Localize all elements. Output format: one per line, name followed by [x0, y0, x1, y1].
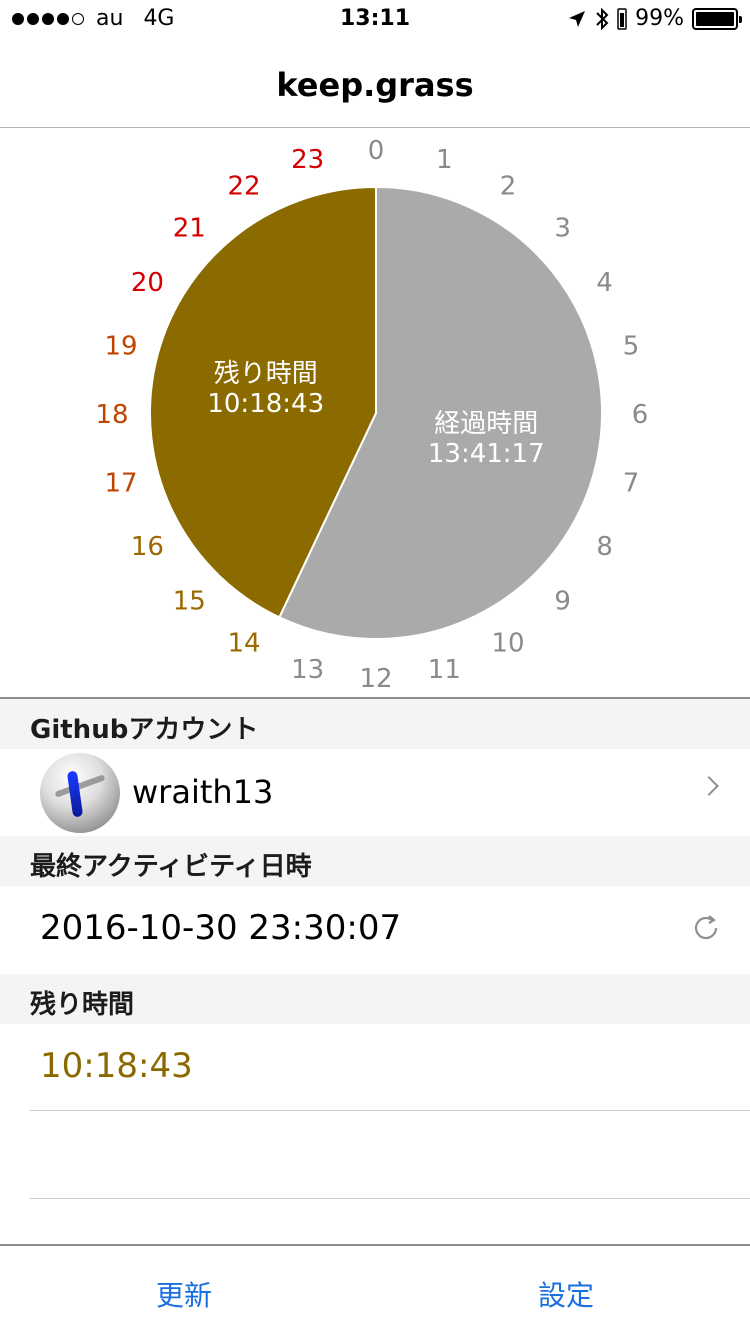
- battery-icon: [692, 7, 742, 30]
- hour-tick-label: 8: [596, 532, 613, 562]
- hour-tick-label: 10: [491, 629, 524, 659]
- hour-tick-label: 2: [500, 171, 517, 201]
- navigation-bar: keep.grass: [0, 40, 750, 128]
- hour-tick-label: 16: [131, 532, 164, 562]
- hour-tick-label: 6: [632, 400, 649, 430]
- elapsed-slice-label: 経過時間: [434, 409, 538, 439]
- last-activity-datetime: 2016-10-30 23:30:07: [40, 908, 402, 948]
- charging-icon: [617, 7, 627, 30]
- remaining-row: 10:18:43: [0, 1024, 750, 1110]
- hour-tick-label: 5: [623, 332, 640, 362]
- hour-tick-label: 19: [104, 332, 137, 362]
- page-title: keep.grass: [276, 66, 474, 104]
- status-bar: au 4G 13:11 99%: [0, 0, 750, 40]
- hour-tick-label: 17: [104, 468, 137, 498]
- hour-tick-label: 11: [428, 655, 461, 685]
- elapsed-slice-value: 13:41:17: [428, 439, 545, 469]
- hour-tick-label: 0: [368, 136, 385, 166]
- hour-tick-label: 3: [554, 213, 571, 243]
- section-header-account: Githubアカウント: [0, 699, 750, 749]
- battery-percent: 99%: [635, 6, 684, 31]
- section-header-label: 最終アクティビティ日時: [30, 852, 312, 882]
- account-username: wraith13: [132, 773, 274, 811]
- section-header-activity: 最終アクティビティ日時: [0, 836, 750, 886]
- bluetooth-icon: [596, 7, 609, 30]
- hour-tick-label: 20: [131, 268, 164, 298]
- hour-tick-label: 21: [173, 213, 206, 243]
- section-header-label: 残り時間: [30, 990, 135, 1020]
- section-header-remaining: 残り時間: [0, 974, 750, 1024]
- hour-tick-label: 15: [173, 587, 206, 617]
- hour-tick-label: 7: [623, 468, 640, 498]
- time-pie-chart: 0 1 2 3 4 5 6 7 8 9 10 11 12 13 14 15 16 17 18 19 20 21 22 23 残…: [0, 129, 750, 697]
- remaining-time-value: 10:18:43: [40, 1046, 193, 1086]
- hour-tick-label: 18: [95, 400, 128, 430]
- bottom-toolbar: 更新 設定: [0, 1244, 750, 1334]
- hour-tick-label: 13: [291, 655, 324, 685]
- location-arrow-icon: [569, 10, 586, 27]
- chevron-right-icon: [699, 776, 719, 796]
- hour-tick-label: 4: [596, 268, 613, 298]
- settings-button[interactable]: 設定: [538, 1274, 594, 1314]
- hour-tick-label: 22: [227, 171, 260, 201]
- hour-tick-label: 14: [227, 629, 260, 659]
- remaining-slice-label: 残り時間: [214, 359, 318, 389]
- account-row[interactable]: wraith13: [0, 749, 750, 836]
- activity-row: 2016-10-30 23:30:07: [0, 886, 750, 974]
- row-separator: [30, 1110, 750, 1111]
- section-header-label: Githubアカウント: [30, 715, 259, 745]
- status-right: 99%: [567, 6, 742, 31]
- hour-tick-label: 12: [359, 664, 392, 694]
- update-button[interactable]: 更新: [156, 1274, 212, 1314]
- remaining-slice-value: 10:18:43: [207, 389, 324, 419]
- hour-tick-label: 23: [291, 145, 324, 175]
- hour-tick-label: 9: [554, 587, 571, 617]
- row-separator: [30, 1198, 750, 1199]
- hour-tick-label: 1: [436, 145, 453, 175]
- refresh-icon[interactable]: [690, 912, 722, 944]
- pie-chart-svg: 0 1234567891011121314151617181920212223 残…: [95, 136, 649, 694]
- avatar: [40, 753, 120, 833]
